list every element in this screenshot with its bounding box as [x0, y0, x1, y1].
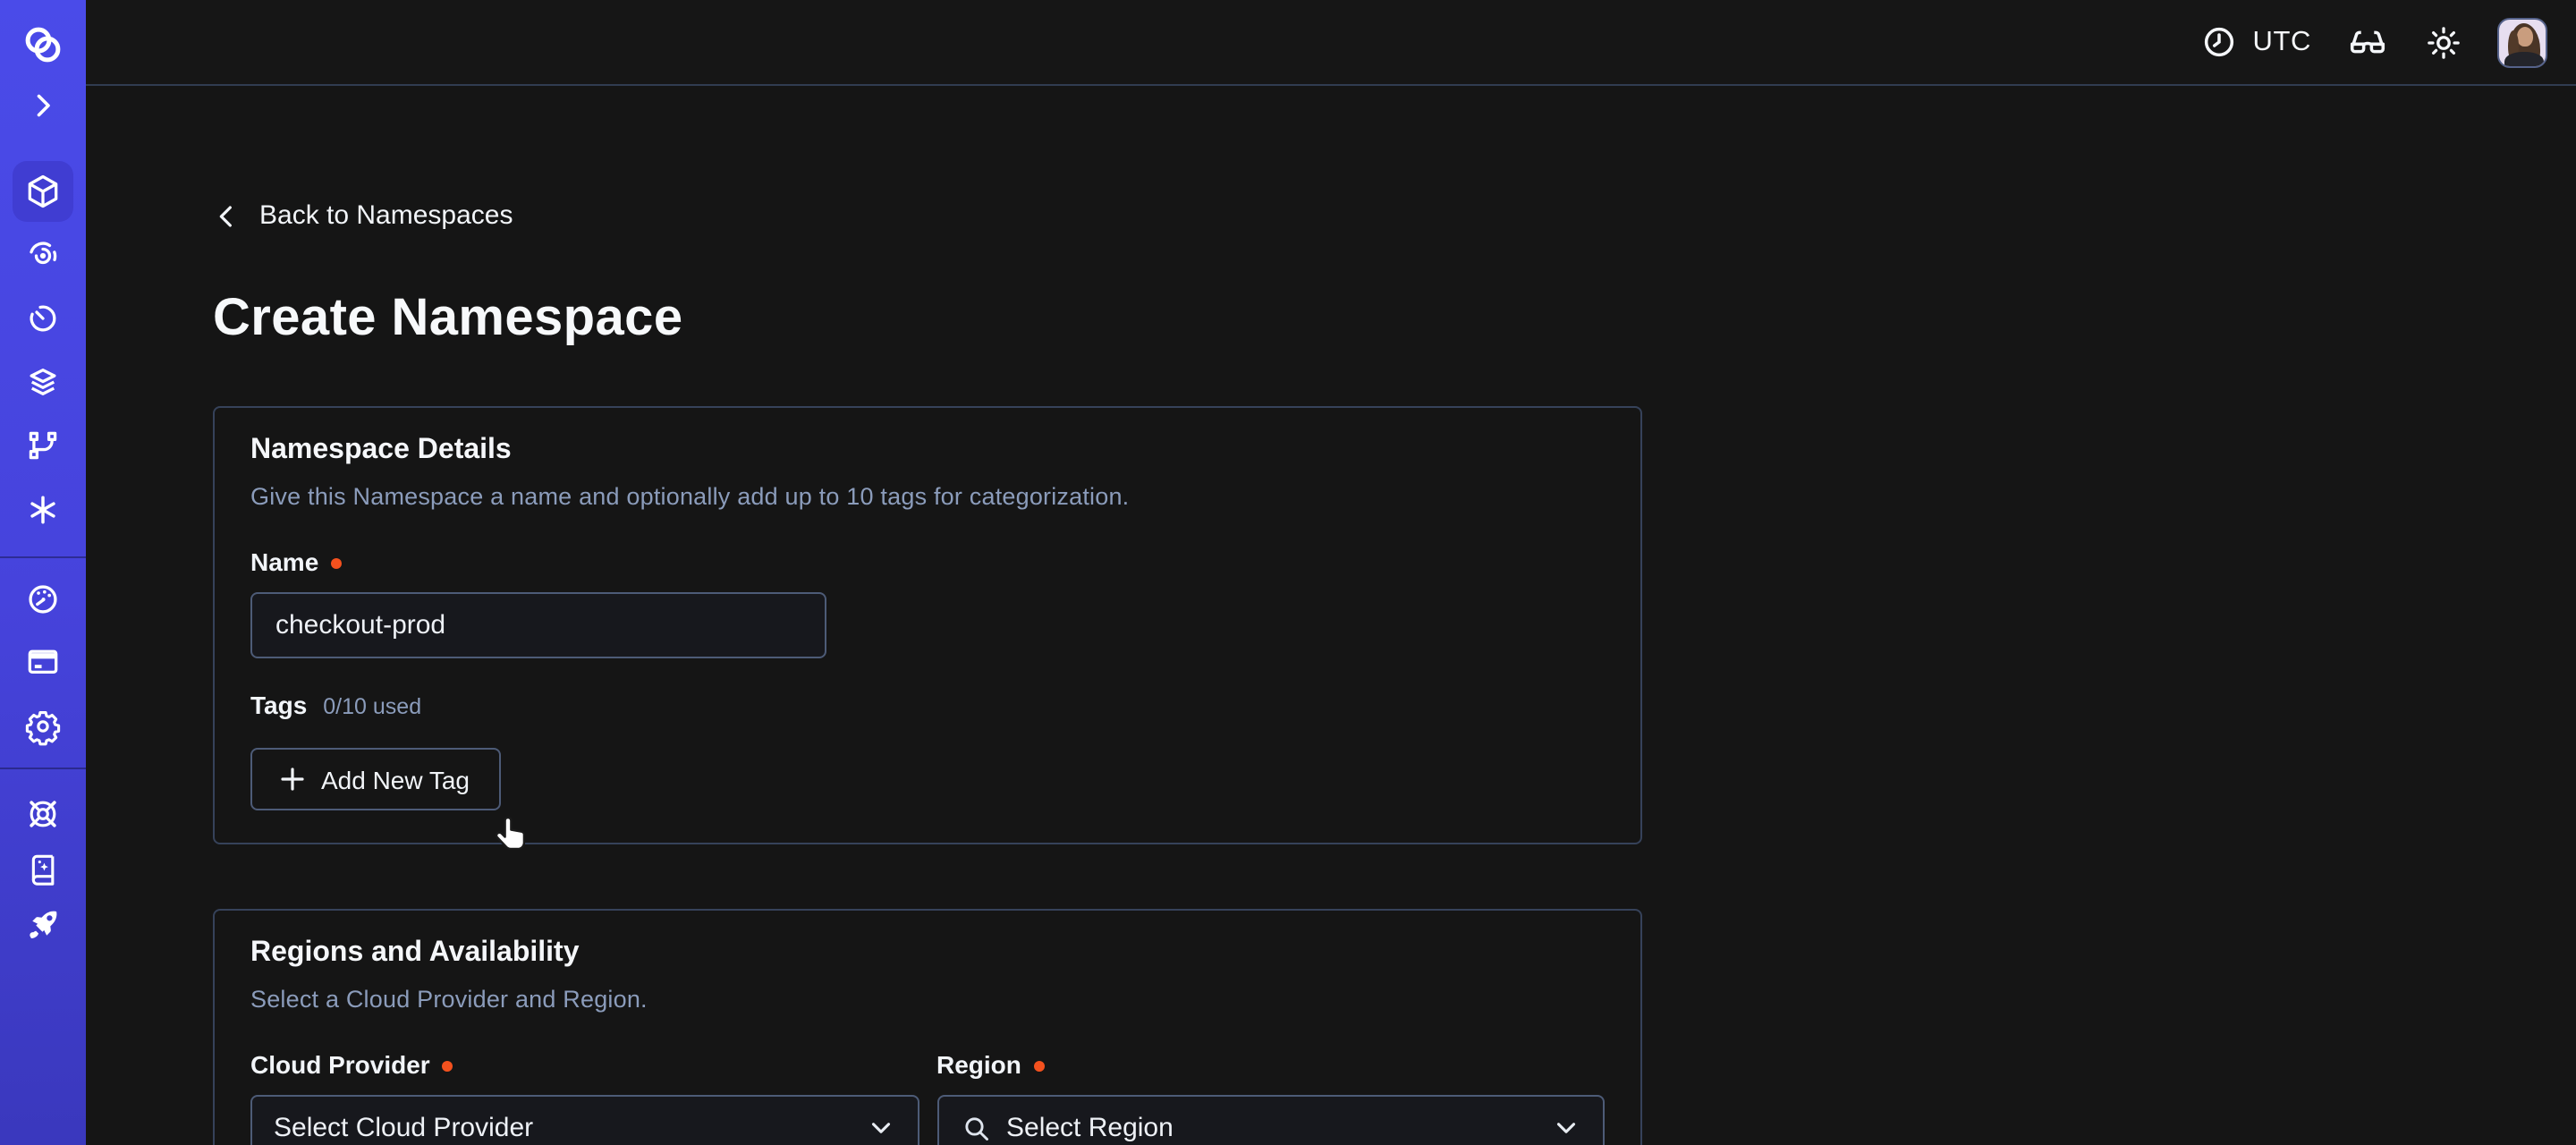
chevron-left-icon [213, 201, 242, 230]
temporal-logo-icon [20, 21, 66, 68]
region-placeholder: Select Region [1006, 1113, 1537, 1143]
required-dot [331, 557, 342, 568]
region-select[interactable]: Select Region [936, 1095, 1605, 1145]
card-description: Give this Namespace a name and optionall… [250, 483, 1605, 510]
cloud-provider-select[interactable]: Select Cloud Provider [250, 1095, 919, 1145]
user-avatar[interactable] [2497, 17, 2547, 67]
card-description: Select a Cloud Provider and Region. [250, 986, 1605, 1013]
sidebar-item-schedules[interactable] [13, 288, 73, 349]
sidebar-divider [0, 768, 86, 769]
chevron-down-icon [1551, 1113, 1581, 1143]
back-to-namespaces-link[interactable]: Back to Namespaces [213, 200, 513, 231]
namespace-name-input[interactable] [250, 592, 826, 658]
sidebar-item-support[interactable] [16, 787, 70, 841]
back-link-label: Back to Namespaces [259, 200, 513, 231]
cloud-provider-label: Cloud Provider [250, 1050, 919, 1079]
sidebar-item-billing[interactable] [13, 632, 73, 692]
page-title: Create Namespace [213, 290, 683, 349]
sidebar-item-getting-started[interactable] [16, 898, 70, 952]
chevron-right-icon [27, 89, 59, 122]
gear-icon [23, 706, 63, 745]
sidebar-item-deployments[interactable] [13, 352, 73, 412]
timezone-label: UTC [2252, 26, 2311, 58]
add-new-tag-button[interactable]: Add New Tag [250, 748, 501, 810]
region-field: Region Select Region [936, 1050, 1605, 1145]
sidebar-item-namespaces[interactable] [13, 161, 73, 222]
region-label: Region [936, 1050, 1605, 1079]
main-content: Back to Namespaces Create Namespace Name… [86, 88, 2576, 1145]
card-title: Namespace Details [250, 435, 1605, 467]
temporal-logo[interactable] [16, 18, 70, 72]
plus-icon [282, 768, 305, 791]
cloud-provider-placeholder: Select Cloud Provider [274, 1113, 851, 1143]
app-root: UTC [0, 0, 2576, 1145]
sidebar-item-nexus[interactable] [13, 479, 73, 539]
required-dot [1034, 1060, 1045, 1071]
theme-toggle-button[interactable] [2424, 22, 2463, 62]
clock-icon [2200, 23, 2238, 61]
glasses-icon [2345, 20, 2390, 64]
sidebar-expand-button[interactable] [21, 84, 64, 127]
namespace-details-card: Namespace Details Give this Namespace a … [213, 406, 1642, 844]
topbar: UTC [86, 0, 2576, 86]
regions-availability-card: Regions and Availability Select a Cloud … [213, 909, 1642, 1145]
sidebar-item-workflows[interactable] [13, 225, 73, 285]
sidebar-divider [0, 556, 86, 557]
sun-icon [2424, 22, 2463, 62]
sidebar [0, 0, 86, 1145]
cloud-provider-field: Cloud Provider Select Cloud Provider [250, 1050, 919, 1145]
gauge-icon [23, 579, 63, 618]
chevron-down-icon [865, 1113, 895, 1143]
tags-label-row: Tags 0/10 used [250, 691, 1605, 719]
credit-card-icon [23, 642, 63, 682]
tags-used-counter: 0/10 used [323, 694, 421, 719]
cube-icon [23, 172, 63, 211]
add-new-tag-label: Add New Tag [321, 765, 470, 793]
sidebar-item-usage[interactable] [13, 568, 73, 629]
layers-icon [23, 362, 63, 402]
data-encoder-button[interactable] [2345, 20, 2390, 64]
rocket-icon [23, 905, 63, 945]
region-fields: Cloud Provider Select Cloud Provider Reg… [250, 1050, 1605, 1145]
book-sparkle-icon [23, 850, 63, 889]
sidebar-item-batch-operations[interactable] [13, 415, 73, 476]
sidebar-item-settings[interactable] [13, 695, 73, 756]
branch-icon [23, 426, 63, 465]
timer-icon [23, 299, 63, 338]
required-dot [443, 1060, 453, 1071]
lifebuoy-icon [23, 794, 63, 834]
name-field-label: Name [250, 547, 1605, 576]
timezone-selector[interactable]: UTC [2200, 23, 2311, 61]
tags-label: Tags [250, 691, 307, 719]
sidebar-item-docs[interactable] [16, 843, 70, 896]
search-icon [960, 1112, 992, 1144]
card-title: Regions and Availability [250, 937, 1605, 970]
spiral-icon [23, 235, 63, 275]
asterisk-icon [23, 489, 63, 529]
